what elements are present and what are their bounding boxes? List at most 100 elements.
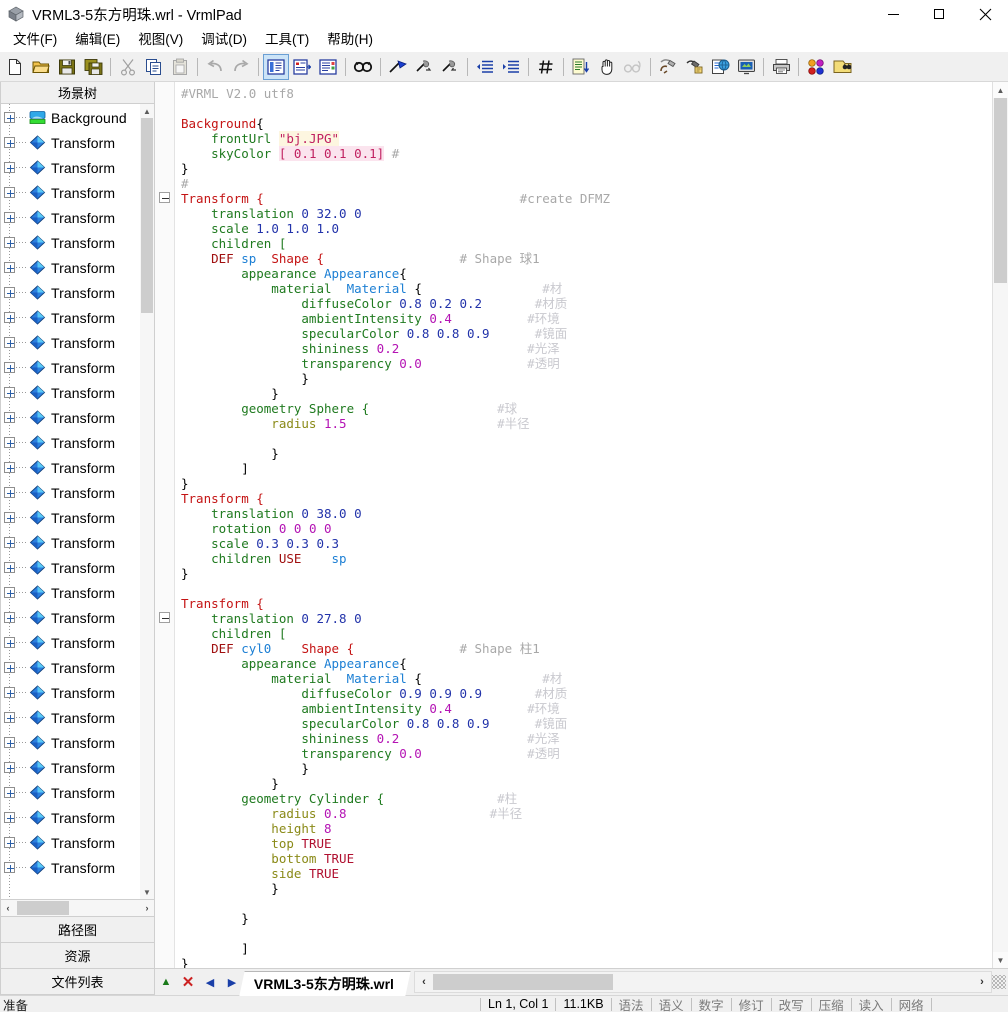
tree-item-transform-21[interactable]: Transform <box>1 630 140 655</box>
glasses-preview-icon[interactable] <box>621 55 645 79</box>
hand-pan-icon[interactable] <box>595 55 619 79</box>
tree-item-transform-2[interactable]: Transform <box>1 155 140 180</box>
route-map-icon[interactable] <box>290 55 314 79</box>
tree-expand-icon[interactable] <box>4 687 15 698</box>
tree-expand-icon[interactable] <box>4 112 15 123</box>
status-indicator-read[interactable]: 读入 <box>852 996 891 1012</box>
cut-icon[interactable] <box>116 55 140 79</box>
tree-expand-icon[interactable] <box>4 762 15 773</box>
tree-expand-icon[interactable] <box>4 812 15 823</box>
tree-expand-icon[interactable] <box>4 612 15 623</box>
tree-item-transform-5[interactable]: Transform <box>1 230 140 255</box>
tree-scroll-thumb[interactable] <box>141 118 153 313</box>
paste-icon[interactable] <box>168 55 192 79</box>
tree-hscroll-left-icon[interactable]: ‹ <box>1 903 15 913</box>
tree-item-transform-20[interactable]: Transform <box>1 605 140 630</box>
find-icon[interactable] <box>351 55 375 79</box>
new-file-icon[interactable] <box>3 55 27 79</box>
resize-grip[interactable] <box>992 975 1006 989</box>
hash-comment-icon[interactable] <box>534 55 558 79</box>
tree-item-transform-1[interactable]: Transform <box>1 130 140 155</box>
tree-item-transform-4[interactable]: Transform <box>1 205 140 230</box>
save-icon[interactable] <box>55 55 79 79</box>
tree-hscroll-thumb[interactable] <box>17 901 69 915</box>
tree-scroll-up-icon[interactable]: ▲ <box>140 104 154 118</box>
tree-expand-icon[interactable] <box>4 412 15 423</box>
tree-item-transform-3[interactable]: Transform <box>1 180 140 205</box>
menu-file[interactable]: 文件(F) <box>4 29 66 51</box>
editor-hscroll-left-icon[interactable]: ‹ <box>415 976 433 988</box>
fold-toggle-icon[interactable] <box>159 192 170 203</box>
tree-item-transform-22[interactable]: Transform <box>1 655 140 680</box>
tree-item-transform-8[interactable]: Transform <box>1 305 140 330</box>
menu-view[interactable]: 视图(V) <box>129 29 192 51</box>
tree-item-transform-16[interactable]: Transform <box>1 505 140 530</box>
editor-scroll-thumb[interactable] <box>994 98 1007 283</box>
scene-graph-icon[interactable] <box>830 55 854 79</box>
tree-expand-icon[interactable] <box>4 487 15 498</box>
scene-tree-list[interactable]: Background Transform Transform Transform Tra… <box>1 104 140 899</box>
tree-vertical-scrollbar[interactable]: ▲ ▼ <box>140 104 154 899</box>
next-bookmark-icon[interactable] <box>412 55 436 79</box>
tree-item-transform-14[interactable]: Transform <box>1 455 140 480</box>
print-icon[interactable] <box>769 55 793 79</box>
tree-expand-icon[interactable] <box>4 437 15 448</box>
editor-scroll-up-icon[interactable]: ▲ <box>993 82 1008 98</box>
status-indicator-overwrite[interactable]: 改写 <box>772 996 811 1012</box>
tree-item-transform-28[interactable]: Transform <box>1 805 140 830</box>
tab-nav-up[interactable]: ▲ <box>155 971 177 993</box>
tab-nav-prev[interactable]: ◀ <box>199 971 221 993</box>
panel-button-route-map[interactable]: 路径图 <box>0 917 155 943</box>
tree-expand-icon[interactable] <box>4 162 15 173</box>
fold-gutter[interactable] <box>155 82 175 968</box>
publish-globe-icon[interactable] <box>708 55 732 79</box>
tree-expand-icon[interactable] <box>4 237 15 248</box>
tree-item-transform-27[interactable]: Transform <box>1 780 140 805</box>
status-indicator-compress[interactable]: 压缩 <box>812 996 851 1012</box>
save-all-icon[interactable] <box>81 55 105 79</box>
redo-icon[interactable] <box>229 55 253 79</box>
close-button[interactable] <box>962 0 1008 28</box>
tree-expand-icon[interactable] <box>4 837 15 848</box>
palette-icon[interactable] <box>804 55 828 79</box>
tree-hscroll-right-icon[interactable]: › <box>140 903 154 913</box>
tree-item-transform-29[interactable]: Transform <box>1 830 140 855</box>
tree-item-transform-9[interactable]: Transform <box>1 330 140 355</box>
fold-toggle-icon[interactable] <box>159 612 170 623</box>
format-doc-icon[interactable] <box>569 55 593 79</box>
tree-expand-icon[interactable] <box>4 712 15 723</box>
tree-expand-icon[interactable] <box>4 187 15 198</box>
tree-expand-icon[interactable] <box>4 737 15 748</box>
tree-item-transform-23[interactable]: Transform <box>1 680 140 705</box>
status-indicator-semantics[interactable]: 语义 <box>652 996 691 1012</box>
tree-item-transform-10[interactable]: Transform <box>1 355 140 380</box>
tree-expand-icon[interactable] <box>4 537 15 548</box>
status-indicator-revision[interactable]: 修订 <box>732 996 771 1012</box>
panel-button-file-list[interactable]: 文件列表 <box>0 969 155 995</box>
tree-item-transform-6[interactable]: Transform <box>1 255 140 280</box>
tree-expand-icon[interactable] <box>4 212 15 223</box>
status-indicator-network[interactable]: 网络 <box>892 996 931 1012</box>
minimize-button[interactable] <box>870 0 916 28</box>
tree-expand-icon[interactable] <box>4 387 15 398</box>
status-indicator-numbers[interactable]: 数字 <box>692 996 731 1012</box>
build-hammer-icon[interactable] <box>656 55 680 79</box>
tree-expand-icon[interactable] <box>4 462 15 473</box>
tree-expand-icon[interactable] <box>4 562 15 573</box>
tree-item-transform-13[interactable]: Transform <box>1 430 140 455</box>
panel-button-resources[interactable]: 资源 <box>0 943 155 969</box>
editor-vertical-scrollbar[interactable]: ▲ ▼ <box>992 82 1008 968</box>
copy-icon[interactable] <box>142 55 166 79</box>
indent-out-icon[interactable] <box>473 55 497 79</box>
editor-hscroll-right-icon[interactable]: › <box>973 976 991 988</box>
tab-close[interactable]: ✕ <box>177 971 199 993</box>
menu-debug[interactable]: 调试(D) <box>192 29 256 51</box>
tree-scroll-down-icon[interactable]: ▼ <box>140 885 154 899</box>
tree-item-transform-7[interactable]: Transform <box>1 280 140 305</box>
validate-icon[interactable] <box>682 55 706 79</box>
tree-expand-icon[interactable] <box>4 287 15 298</box>
tree-hscroll-track[interactable] <box>15 901 140 915</box>
maximize-button[interactable] <box>916 0 962 28</box>
tree-expand-icon[interactable] <box>4 312 15 323</box>
tree-item-transform-25[interactable]: Transform <box>1 730 140 755</box>
